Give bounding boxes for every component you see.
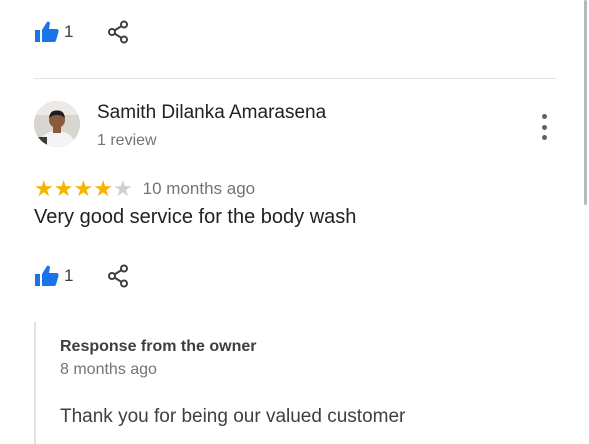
avatar-photo (34, 101, 80, 147)
scrollbar[interactable] (584, 0, 587, 205)
like-count: 1 (64, 266, 74, 285)
owner-response-title: Response from the owner (60, 338, 257, 355)
review-rating-row: ★ ★ ★ ★ ★ 10 months ago (34, 178, 255, 200)
review-actions: 1 (34, 264, 129, 288)
previous-review-actions: 1 (34, 20, 129, 44)
star-filled-icon: ★ (93, 176, 113, 201)
more-options-button[interactable] (536, 112, 552, 142)
reviewer-review-count: 1 review (97, 132, 157, 149)
share-icon (108, 20, 129, 44)
owner-response-text: Thank you for being our valued customer (60, 406, 406, 427)
star-empty-icon: ★ (112, 176, 133, 201)
more-vert-icon (541, 114, 547, 119)
share-button[interactable] (107, 264, 129, 288)
review-divider (34, 78, 556, 79)
thumbs-up-icon (35, 265, 59, 286)
previous-review-like-count: 1 (64, 22, 74, 41)
share-icon (108, 264, 129, 288)
review-text: Very good service for the body wash (34, 206, 357, 228)
star-filled-icon: ★ (53, 176, 74, 201)
owner-response: Response from the owner 8 months ago Tha… (34, 322, 556, 444)
star-filled-icon: ★ (34, 176, 54, 201)
like-button[interactable]: 1 (34, 265, 73, 287)
reviews-page: 1 Samith Dilanka Amarasena 1 review ★ ★ … (0, 0, 589, 444)
previous-review-like-button[interactable]: 1 (34, 21, 73, 43)
reviewer-name[interactable]: Samith Dilanka Amarasena (97, 102, 326, 124)
star-filled-icon: ★ (73, 176, 94, 201)
star-rating: ★ ★ ★ ★ ★ (34, 178, 133, 200)
previous-review-share-button[interactable] (107, 20, 129, 44)
owner-response-date: 8 months ago (60, 361, 157, 378)
thumbs-up-icon (35, 21, 59, 42)
reviewer-avatar[interactable] (34, 101, 80, 147)
review-date: 10 months ago (142, 179, 256, 198)
